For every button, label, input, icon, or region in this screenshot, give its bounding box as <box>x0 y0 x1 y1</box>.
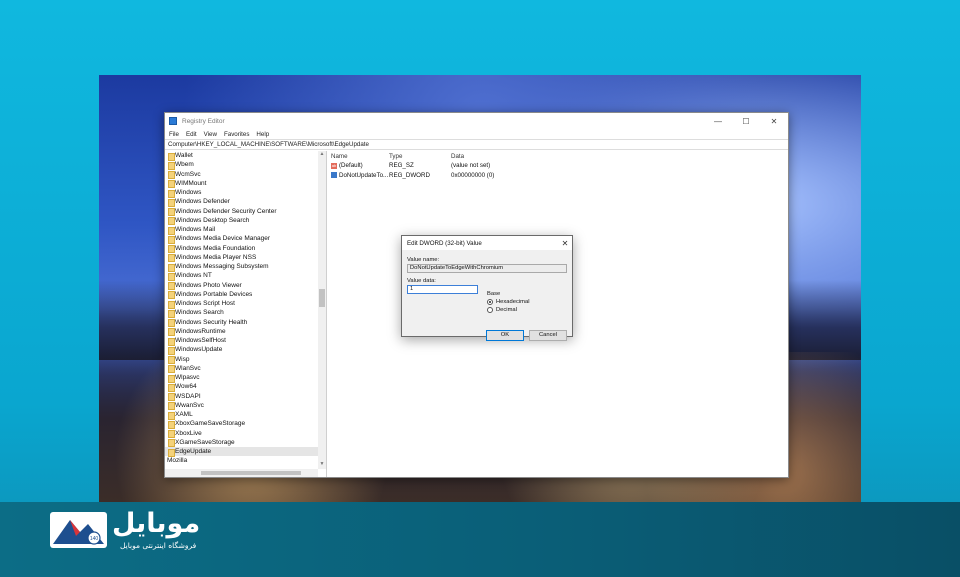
base-group: Base Hexadecimal Decimal <box>487 291 567 321</box>
tree-item[interactable]: WwanSvc <box>165 401 326 411</box>
value-name: (Default) <box>339 162 363 170</box>
maximize-icon[interactable]: ☐ <box>732 113 760 129</box>
registry-app-icon <box>169 117 177 125</box>
column-type[interactable]: Type <box>389 153 451 160</box>
radio-checked-icon[interactable] <box>487 299 493 305</box>
tree-item[interactable]: WindowsRuntime <box>165 327 326 337</box>
dword-value-icon <box>331 172 337 179</box>
value-type: REG_DWORD <box>389 171 430 179</box>
close-icon[interactable]: ✕ <box>760 113 788 129</box>
key-tree: Wallet Wbem WcmSvc WIMMount Windows Windows D… <box>165 151 327 477</box>
radio-label: Hexadecimal <box>496 299 530 305</box>
value-name-field: DoNotUpdateToEdgeWithChromium <box>407 264 567 273</box>
tree-item[interactable]: WSDAPI <box>165 392 326 402</box>
cancel-button[interactable]: Cancel <box>529 330 567 341</box>
dialog-title: Edit DWORD (32-bit) Value <box>407 239 482 247</box>
tree-list: Wallet Wbem WcmSvc WIMMount Windows Windows D… <box>165 151 326 466</box>
brand-tagline: فروشگاه اینترنتی موبایل <box>120 541 197 550</box>
radio-label: Decimal <box>496 307 517 313</box>
value-data-label: Value data: <box>407 278 436 284</box>
tree-item[interactable]: EdgeUpdate <box>165 447 326 457</box>
values-header: Name Type Data <box>327 151 788 161</box>
value-data: (value not set) <box>451 162 491 170</box>
tree-item[interactable]: Windows NT <box>165 271 326 282</box>
value-data: 0x00000000 (0) <box>451 171 495 179</box>
value-name: DoNotUpdateTo... <box>339 171 389 179</box>
tree-item[interactable]: Windows Photo Viewer <box>165 281 326 291</box>
tree-vertical-scrollbar[interactable]: ▲ ▼ <box>318 151 326 469</box>
radio-unchecked-icon[interactable] <box>487 307 493 313</box>
tree-item[interactable]: XboxLive <box>165 429 326 439</box>
tree-item[interactable]: Windows Media Device Manager <box>165 234 326 245</box>
brand-logo: 140 <box>50 512 107 548</box>
tree-item[interactable]: XAML <box>165 410 326 420</box>
value-type: REG_SZ <box>389 162 414 170</box>
brand-name: موبایل <box>112 508 201 539</box>
hscroll-thumb[interactable] <box>201 471 301 475</box>
tree-item[interactable]: WcmSvc <box>165 170 326 180</box>
tree-item[interactable]: WindowsUpdate <box>165 345 326 356</box>
dialog-title-bar[interactable]: Edit DWORD (32-bit) Value ✕ <box>402 236 572 250</box>
tree-item[interactable]: Windows Mail <box>165 225 326 235</box>
edit-dword-dialog: Edit DWORD (32-bit) Value ✕ Value name: … <box>401 235 573 341</box>
tree-item[interactable]: Windows Defender <box>165 197 326 208</box>
tree-item[interactable]: Wbem <box>165 160 326 171</box>
tree-item[interactable]: Windows Media Player NSS <box>165 253 326 263</box>
tree-item[interactable]: XboxGameSaveStorage <box>165 419 326 430</box>
menu-edit[interactable]: Edit <box>186 131 197 138</box>
tree-item-root[interactable]: Mozilla <box>165 456 326 465</box>
ok-button[interactable]: OK <box>486 330 524 341</box>
tree-item[interactable]: Wow64 <box>165 382 326 393</box>
menu-bar: File Edit View Favorites Help <box>165 129 788 139</box>
tree-item[interactable]: Wallet <box>165 151 326 161</box>
logo-badge-text: 140 <box>90 536 99 542</box>
title-bar[interactable]: Registry Editor — ☐ ✕ <box>165 113 788 129</box>
tree-item[interactable]: Wlpasvc <box>165 373 326 383</box>
scroll-thumb[interactable] <box>319 289 325 307</box>
menu-help[interactable]: Help <box>256 131 269 138</box>
menu-file[interactable]: File <box>169 131 179 138</box>
tree-item[interactable]: Windows Script Host <box>165 299 326 309</box>
tree-item[interactable]: Windows Security Health <box>165 318 326 328</box>
tree-item[interactable]: Windows Defender Security Center <box>165 207 326 217</box>
base-label: Base <box>487 291 501 297</box>
tree-item[interactable]: WIMMount <box>165 179 326 189</box>
radio-hexadecimal[interactable]: Hexadecimal <box>487 299 567 305</box>
tree-item[interactable]: WindowsSelfHost <box>165 336 326 346</box>
value-row[interactable]: ab (Default) REG_SZ (value not set) <box>327 161 788 171</box>
tree-item[interactable]: Windows Desktop Search <box>165 216 326 226</box>
tree-item[interactable]: Wisp <box>165 355 326 365</box>
tree-item[interactable]: Windows Messaging Subsystem <box>165 262 326 272</box>
tree-item[interactable]: Windows <box>165 188 326 198</box>
dialog-close-icon[interactable]: ✕ <box>558 239 572 248</box>
tree-horizontal-scrollbar[interactable] <box>165 469 318 477</box>
menu-favorites[interactable]: Favorites <box>224 131 249 138</box>
address-bar[interactable]: Computer\HKEY_LOCAL_MACHINE\SOFTWARE\Mic… <box>165 139 788 150</box>
tree-item[interactable]: WlanSvc <box>165 364 326 374</box>
column-data[interactable]: Data <box>451 153 788 160</box>
scroll-up-icon[interactable]: ▲ <box>318 151 326 159</box>
scroll-down-icon[interactable]: ▼ <box>318 461 326 469</box>
tree-item[interactable]: XGameSaveStorage <box>165 438 326 448</box>
tree-item[interactable]: Windows Search <box>165 308 326 319</box>
value-data-input[interactable]: 1 <box>407 285 478 294</box>
column-name[interactable]: Name <box>327 153 389 160</box>
value-name-label: Value name: <box>407 257 440 263</box>
tree-item[interactable]: Windows Portable Devices <box>165 290 326 300</box>
minimize-icon[interactable]: — <box>704 113 732 129</box>
radio-decimal[interactable]: Decimal <box>487 307 567 313</box>
tree-item[interactable]: Windows Media Foundation <box>165 244 326 254</box>
menu-view[interactable]: View <box>204 131 217 138</box>
window-title: Registry Editor <box>182 117 225 125</box>
value-row[interactable]: DoNotUpdateTo... REG_DWORD 0x00000000 (0… <box>327 171 788 181</box>
string-value-icon: ab <box>331 162 337 169</box>
